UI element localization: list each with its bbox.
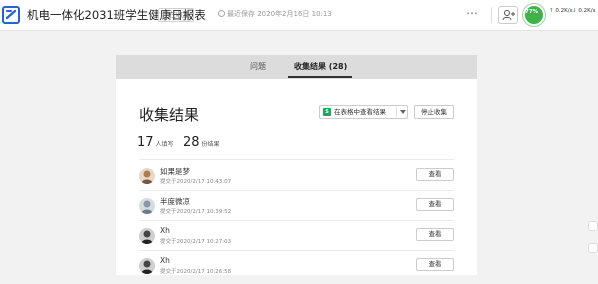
submit-time: 提交于2020/2/17 10:43:07 bbox=[160, 179, 232, 185]
sheet-icon: S bbox=[323, 108, 331, 116]
app-logo-icon[interactable] bbox=[2, 6, 20, 24]
respondents-label: 人填写 bbox=[155, 141, 174, 148]
row-divider bbox=[139, 190, 454, 191]
respondent-name: 如果是梦 bbox=[160, 167, 190, 176]
respondent-name: Xh bbox=[160, 256, 170, 265]
button-separator bbox=[396, 107, 397, 117]
view-button[interactable]: 查看 bbox=[416, 168, 454, 181]
saved-check-icon bbox=[218, 10, 225, 17]
respondents-stat: 17 人填写 bbox=[137, 131, 174, 150]
more-horizontal-icon[interactable]: ⋯ bbox=[466, 6, 478, 20]
chevron-down-icon[interactable] bbox=[400, 110, 406, 114]
submit-time: 提交于2020/2/17 10:26:58 bbox=[160, 269, 232, 275]
download-speed-value: 0.2K/s bbox=[578, 8, 596, 14]
avatar bbox=[139, 198, 155, 214]
respondents-count: 17 bbox=[137, 135, 154, 150]
row-divider bbox=[139, 250, 454, 251]
tab-bar: 问题 收集结果 (28) bbox=[116, 55, 477, 79]
view-in-sheet-button[interactable]: S 在表格中查看结果 bbox=[319, 105, 408, 119]
upload-speed-value: 0.2K/s bbox=[555, 8, 573, 14]
view-button[interactable]: 查看 bbox=[416, 228, 454, 241]
upload-arrow-icon: ↑ bbox=[549, 8, 554, 14]
save-status-text: 最近保存 2020年2月16日 10:13 bbox=[227, 10, 332, 18]
view-button[interactable]: 查看 bbox=[416, 258, 454, 271]
submit-time: 提交于2020/2/17 10:27:03 bbox=[160, 239, 232, 245]
stop-collecting-button[interactable]: 停止收集 bbox=[414, 105, 454, 119]
cpu-usage-bubble bbox=[523, 4, 545, 26]
results-panel: 收集结果 S 在表格中查看结果 停止收集 17 人填写 28 份结果 如果是梦 提交… bbox=[116, 79, 477, 275]
save-status: 最近保存 2020年2月16日 10:13 bbox=[218, 9, 332, 19]
row-divider bbox=[139, 220, 454, 221]
submissions-stat: 28 份结果 bbox=[183, 131, 220, 150]
collecting-status-badge: 正在收集 bbox=[158, 8, 194, 22]
tab-results[interactable]: 收集结果 (28) bbox=[294, 61, 347, 72]
feedback-side-button[interactable] bbox=[588, 221, 598, 231]
view-button[interactable]: 查看 bbox=[416, 198, 454, 211]
avatar bbox=[139, 168, 155, 184]
active-tab-indicator bbox=[288, 76, 352, 78]
list-item[interactable]: Xh 提交于2020/2/17 10:26:58 查看 bbox=[139, 256, 454, 284]
upload-speed: ↑ 0.2K/s bbox=[549, 8, 572, 14]
avatar bbox=[139, 228, 155, 244]
network-speed-widget[interactable]: 77% ↑ 0.2K/s ↓ 0.2K/s bbox=[523, 0, 598, 31]
tab-questions[interactable]: 问题 bbox=[250, 61, 266, 72]
usage-percent: 77% bbox=[525, 9, 539, 15]
download-arrow-icon: ↓ bbox=[572, 8, 577, 14]
results-heading: 收集结果 bbox=[139, 106, 200, 124]
user-add-icon bbox=[502, 10, 515, 21]
submissions-label: 份结果 bbox=[201, 141, 220, 148]
respondent-name: Xh bbox=[160, 226, 170, 235]
submit-time: 提交于2020/2/17 10:39:52 bbox=[160, 209, 232, 215]
toolbar-divider bbox=[491, 7, 492, 23]
help-side-button[interactable] bbox=[588, 243, 598, 253]
row-divider bbox=[139, 159, 454, 160]
top-bar: 机电一体化2031班学生健康日报表 正在收集 最近保存 2020年2月16日 1… bbox=[0, 0, 598, 31]
collaborator-button[interactable] bbox=[498, 6, 518, 24]
respondent-name: 半度微凉 bbox=[160, 197, 190, 206]
submissions-count: 28 bbox=[183, 135, 200, 150]
download-speed: ↓ 0.2K/s bbox=[572, 8, 595, 14]
avatar bbox=[139, 258, 155, 274]
view-in-sheet-label: 在表格中查看结果 bbox=[334, 108, 386, 116]
